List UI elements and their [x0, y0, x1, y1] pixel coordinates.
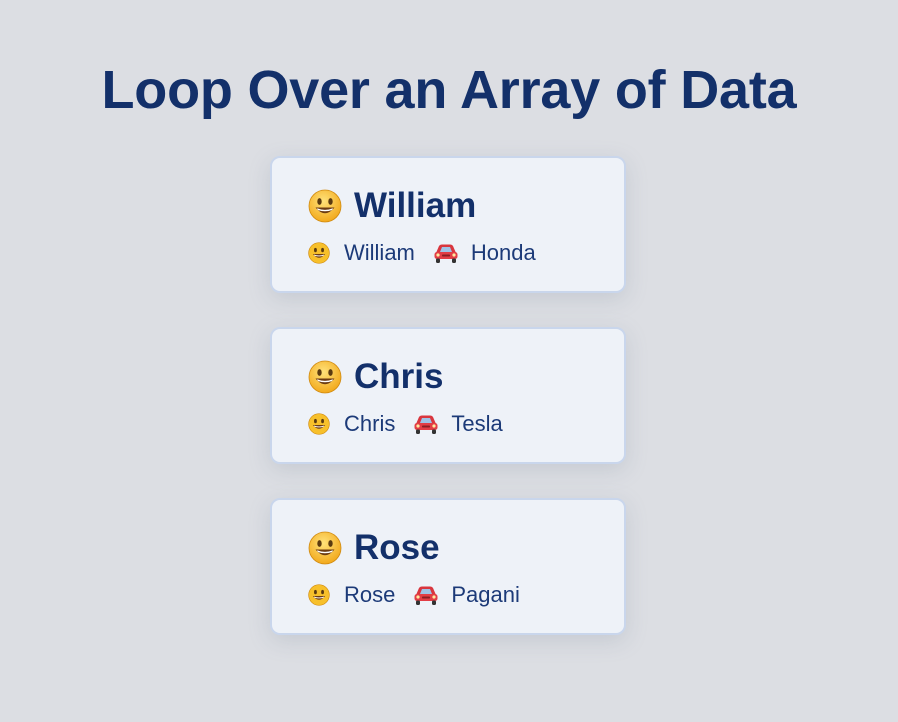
- smiley-face-icon: [308, 360, 342, 394]
- person-detail-name: William: [344, 240, 415, 265]
- card-details: Chris Tesla: [308, 411, 503, 437]
- car-name: Honda: [470, 240, 536, 265]
- person-card-william: William William Honda: [270, 156, 626, 293]
- card-details: Rose Pagani: [308, 582, 520, 608]
- card-heading: William: [308, 186, 476, 226]
- card-details: William Honda: [308, 240, 536, 266]
- smiley-face-icon: [308, 413, 330, 435]
- smiley-face-icon: [308, 189, 342, 223]
- car-name: Tesla: [451, 411, 503, 436]
- smiley-face-icon: [308, 242, 330, 264]
- smiley-face-icon: [308, 584, 330, 606]
- red-car-icon: [413, 584, 439, 606]
- card-heading: Rose: [308, 528, 440, 568]
- person-card-rose: Rose Rose Pagani: [270, 498, 626, 635]
- red-car-icon: [413, 413, 439, 435]
- person-card-chris: Chris Chris Tesla: [270, 327, 626, 464]
- person-detail-name: Chris: [344, 411, 396, 436]
- car-name: Pagani: [451, 582, 520, 607]
- person-name: William: [354, 186, 477, 225]
- person-detail-name: Rose: [344, 582, 396, 607]
- person-name: Rose: [354, 528, 440, 567]
- red-car-icon: [433, 242, 459, 264]
- smiley-face-icon: [308, 531, 342, 565]
- person-name: Chris: [354, 357, 444, 396]
- card-heading: Chris: [308, 357, 443, 397]
- page-title: Loop Over an Array of Data: [101, 60, 797, 120]
